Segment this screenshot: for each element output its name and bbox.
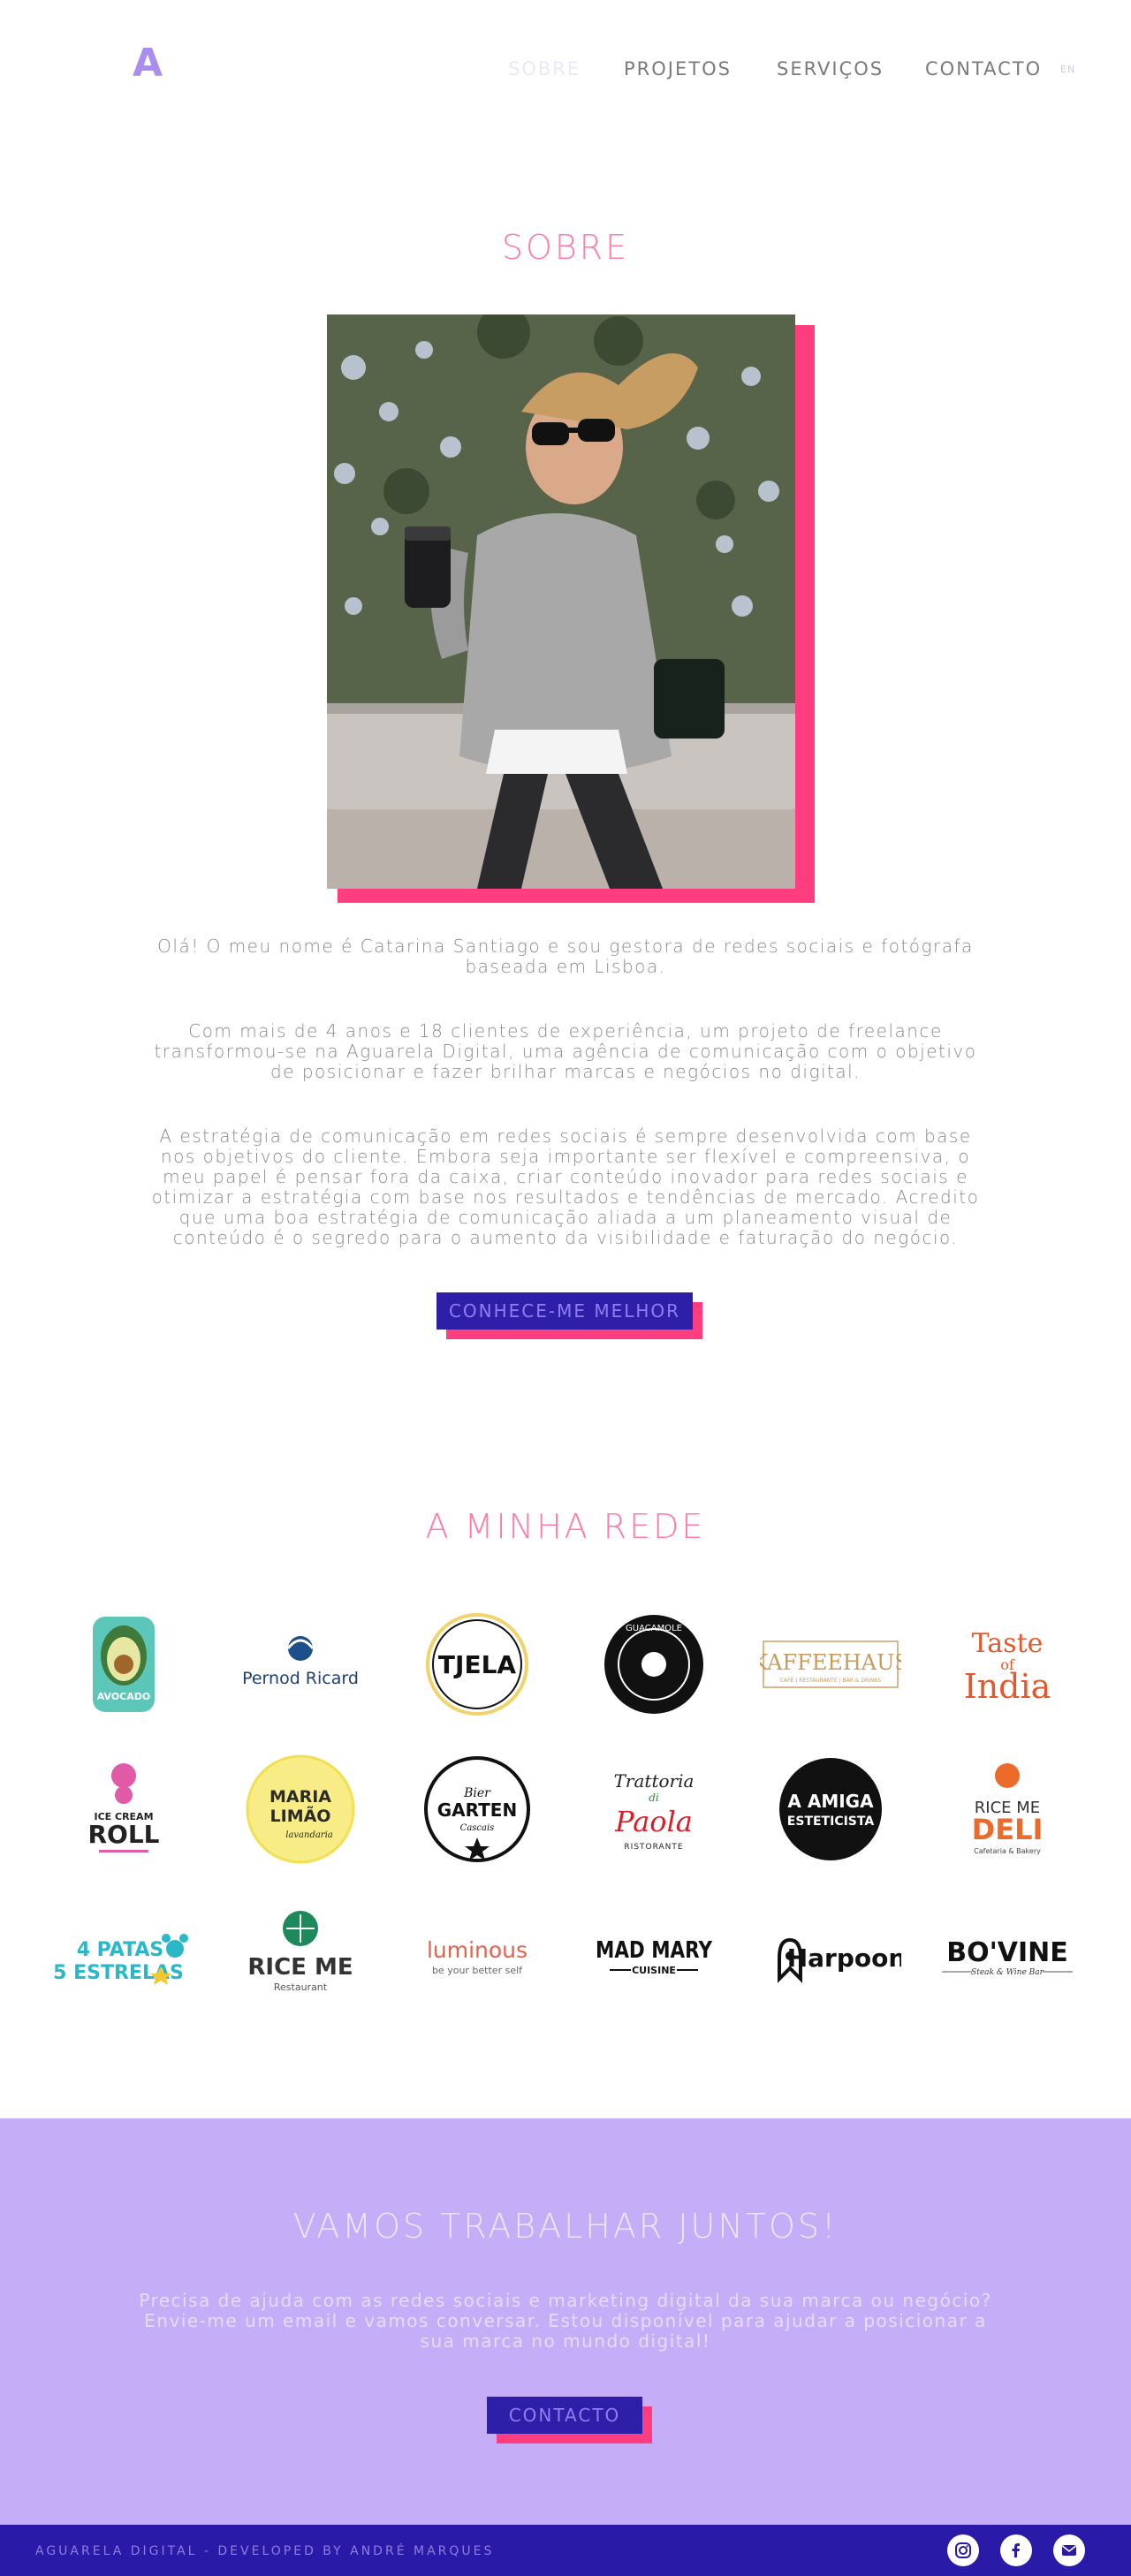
svg-text:Paola: Paola (614, 1805, 693, 1838)
client-logo-trattoria-di-paola: Trattoria di Paola RISTORANTE (583, 1756, 725, 1862)
svg-text:Steak & Wine Bar: Steak & Wine Bar (971, 1968, 1044, 1977)
svg-text:KAFFEEHAUS: KAFFEEHAUS (760, 1650, 901, 1675)
client-logo-bovine: BO'VINE Steak & Wine Bar (937, 1905, 1078, 2011)
client-logo-harpoon: Harpoon (760, 1905, 901, 2011)
about-paragraph-3: A estratégia de comunicação em redes soc… (151, 1125, 980, 1248)
email-icon[interactable] (1053, 2534, 1085, 2566)
svg-text:Trattoria: Trattoria (614, 1770, 695, 1792)
client-logo-a-amiga-esteticista: A AMIGA ESTETICISTA (760, 1756, 901, 1862)
svg-text:4 PATAS: 4 PATAS (77, 1939, 164, 1961)
svg-text:BO'VINE: BO'VINE (946, 1937, 1068, 1968)
about-title: SOBRE (501, 228, 630, 267)
client-logo-tjela: TJELA (406, 1611, 548, 1717)
client-logo-pernod-ricard: Pernod Ricard (230, 1611, 371, 1717)
svg-text:Bier: Bier (463, 1786, 491, 1800)
svg-text:lavandaria: lavandaria (285, 1830, 333, 1840)
svg-text:GUACAMOLE: GUACAMOLE (626, 1624, 682, 1633)
client-logo-maria-limao: MARIA LIMÃO lavandaria (230, 1754, 371, 1864)
svg-text:Cafetaria & Bakery: Cafetaria & Bakery (974, 1847, 1041, 1855)
svg-text:luminous: luminous (427, 1937, 528, 1963)
svg-text:Pernod Ricard: Pernod Ricard (242, 1669, 359, 1688)
instagram-icon[interactable] (947, 2534, 979, 2566)
nav-servicos[interactable]: SERVIÇOS (777, 58, 884, 80)
svg-text:MAD MARY: MAD MARY (596, 1937, 713, 1964)
client-logo-bier-garten: Bier GARTEN Cascais (406, 1756, 548, 1862)
svg-text:India: India (964, 1667, 1051, 1706)
nav-contacto[interactable]: CONTACTO (925, 58, 1042, 80)
svg-text:DELI: DELI (972, 1813, 1044, 1846)
svg-text:TJELA: TJELA (438, 1650, 516, 1679)
svg-text:Cascais: Cascais (460, 1823, 495, 1833)
svg-text:CAFÉ | RESTAURANTE | BAR & DRI: CAFÉ | RESTAURANTE | BAR & DRINKS (780, 1677, 882, 1684)
svg-text:ROLL: ROLL (87, 1820, 159, 1849)
client-logo-taste-of-india: Taste of India (937, 1611, 1078, 1717)
svg-text:MARIA: MARIA (269, 1787, 331, 1807)
client-logo-guacamole: GUACAMOLE (583, 1611, 725, 1717)
svg-text:be your better self: be your better self (432, 1965, 523, 1976)
about-me-button[interactable]: CONHECE-ME MELHOR (436, 1292, 693, 1330)
nav-sobre[interactable]: SOBRE (508, 58, 581, 80)
svg-text:A AMIGA: A AMIGA (787, 1791, 874, 1812)
svg-text:RICE ME: RICE ME (247, 1954, 353, 1981)
facebook-icon[interactable] (1000, 2534, 1032, 2566)
profile-photo (327, 314, 795, 889)
svg-text:CUISINE: CUISINE (632, 1965, 676, 1976)
client-logo-kaffeehaus: KAFFEEHAUS CAFÉ | RESTAURANTE | BAR & DR… (760, 1611, 901, 1717)
cta-text: Precisa de ajuda com as redes sociais e … (139, 2290, 992, 2352)
about-paragraph-1: Olá! O meu nome é Catarina Santiago e so… (157, 936, 974, 977)
client-logo-rice-me-deli: RICE ME DELI Cafetaria & Bakery (937, 1756, 1078, 1862)
svg-text:ESTETICISTA: ESTETICISTA (787, 1815, 875, 1829)
svg-text:Taste: Taste (972, 1628, 1044, 1659)
nav-projetos[interactable]: PROJETOS (624, 58, 732, 80)
footer-credits: AGUARELA DIGITAL - DEVELOPED BY ANDRÉ MA… (35, 2544, 495, 2558)
svg-text:RISTORANTE: RISTORANTE (624, 1843, 683, 1852)
svg-text:Harpoon: Harpoon (787, 1943, 901, 1973)
client-logo-rice-me: RICE ME Restaurant (230, 1905, 371, 2011)
client-logo-avocado: AVOCADO (53, 1611, 194, 1717)
client-logo-4-patas-5-estrelas: 4 PATAS 5 ESTRELAS (53, 1905, 194, 2011)
network-title: A MINHA REDE (425, 1507, 706, 1546)
client-logo-mad-mary: MAD MARY CUISINE (583, 1905, 725, 2011)
contact-button[interactable]: CONTACTO (487, 2397, 642, 2434)
svg-text:LIMÃO: LIMÃO (270, 1805, 331, 1826)
client-logo-luminous: luminous be your better self (406, 1905, 548, 2011)
client-logo-ice-cream-roll: ICE CREAM ROLL (53, 1756, 194, 1862)
svg-text:AVOCADO: AVOCADO (97, 1691, 151, 1702)
svg-text:GARTEN: GARTEN (437, 1799, 517, 1821)
cta-title: VAMOS TRABALHAR JUNTOS! (292, 2207, 839, 2246)
svg-text:di: di (649, 1792, 659, 1804)
about-paragraph-2: Com mais de 4 anos e 18 clientes de expe… (154, 1020, 977, 1082)
language-switch[interactable]: EN (1060, 64, 1075, 75)
site-logo[interactable]: A (133, 44, 163, 83)
svg-text:Restaurant: Restaurant (274, 1981, 328, 1993)
